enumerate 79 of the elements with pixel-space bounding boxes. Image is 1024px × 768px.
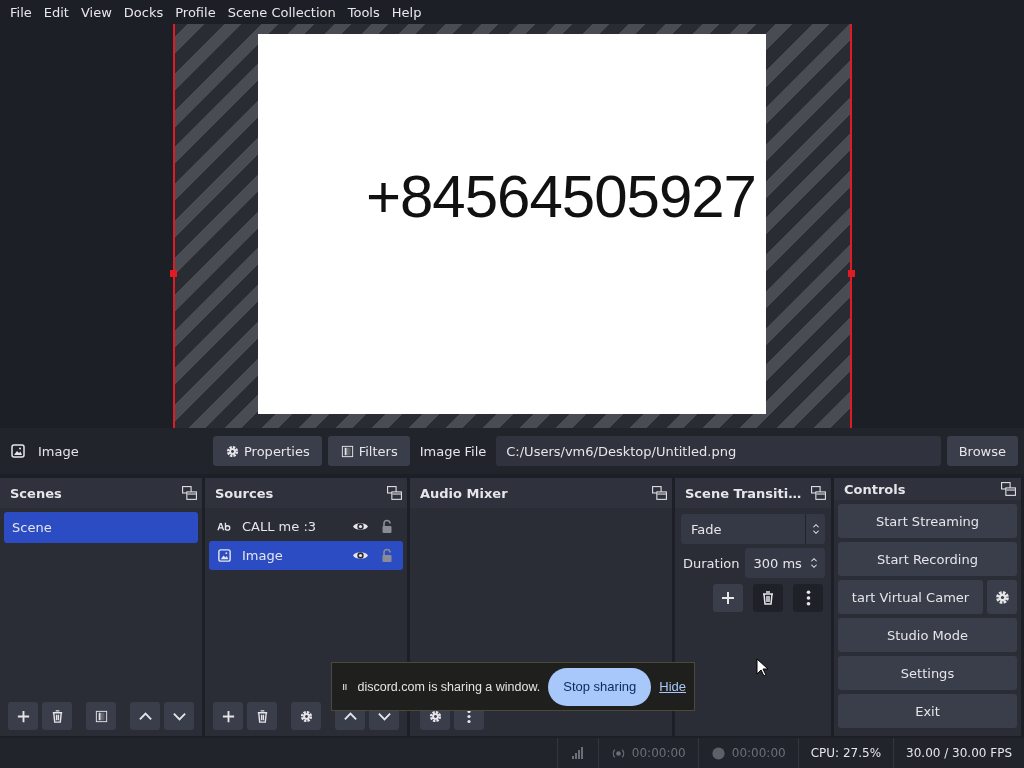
- transition-select[interactable]: Fade: [681, 514, 825, 544]
- settings-button[interactable]: [987, 580, 1017, 614]
- plus-icon: [220, 708, 236, 724]
- menu-item[interactable]: Scene Collection: [221, 4, 342, 20]
- cursor-icon: [756, 658, 768, 677]
- trash-icon: [760, 590, 776, 606]
- dock-title: Scene Transiti…: [685, 485, 802, 501]
- undock-icon[interactable]: [651, 484, 668, 502]
- record-time: 00:00:00: [731, 746, 786, 760]
- record-icon: [710, 745, 726, 761]
- control-button[interactable]: Start Streaming: [838, 504, 1017, 538]
- fps-counter: 30.00 / 30.00 FPS: [906, 746, 1012, 760]
- menu-item[interactable]: View: [74, 4, 118, 20]
- source-item[interactable]: Image: [209, 541, 403, 570]
- path-field[interactable]: C:/Users/vm6/Desktop/Untitled.png: [496, 436, 941, 466]
- tool-button[interactable]: [86, 702, 116, 730]
- filter-icon: [339, 443, 355, 459]
- control-button[interactable]: Exit: [838, 694, 1017, 728]
- menu-item[interactable]: Help: [385, 4, 428, 20]
- settings-icon: [298, 708, 314, 724]
- undock-icon[interactable]: [181, 484, 198, 502]
- control-button[interactable]: Settings: [838, 656, 1017, 690]
- tool-button[interactable]: [247, 702, 277, 730]
- hide-link[interactable]: Hide: [659, 679, 686, 694]
- stream-time: 00:00:00: [631, 746, 686, 760]
- settings-icon: [993, 588, 1011, 606]
- signal-icon: [569, 745, 586, 761]
- control-button[interactable]: tart Virtual Camer: [838, 580, 983, 614]
- field-label: Duration: [682, 555, 740, 571]
- filters-button[interactable]: Filters: [327, 436, 410, 466]
- more-icon: [805, 590, 811, 606]
- image-icon: [217, 548, 232, 563]
- tool-button[interactable]: [164, 702, 194, 730]
- tool-button[interactable]: [793, 584, 823, 612]
- menu-item[interactable]: Edit: [37, 4, 75, 20]
- menu-item[interactable]: File: [4, 4, 38, 20]
- select-value: Fade: [691, 521, 722, 537]
- source-label: CALL me :3: [242, 519, 318, 534]
- source-name: Image: [38, 443, 79, 459]
- browse-button[interactable]: Browse: [946, 436, 1018, 466]
- tool-button[interactable]: [42, 702, 72, 730]
- control-button[interactable]: Studio Mode: [838, 618, 1017, 652]
- resize-handle[interactable]: [847, 270, 855, 277]
- undock-icon[interactable]: [810, 484, 827, 502]
- cpu-usage: CPU: 27.5%: [810, 746, 882, 760]
- field-value: 300 ms: [753, 555, 802, 571]
- menu-item[interactable]: Profile: [169, 4, 222, 20]
- image-icon: [10, 443, 26, 459]
- tool-button[interactable]: [753, 584, 783, 612]
- dock-title: Controls: [844, 481, 906, 497]
- resize-handle[interactable]: [169, 270, 177, 277]
- more-icon: [467, 708, 471, 724]
- preview-text: +84564505927: [365, 162, 756, 231]
- tool-button[interactable]: [213, 702, 243, 730]
- scene-item[interactable]: Scene: [4, 512, 198, 543]
- field-label: Image File: [418, 443, 488, 459]
- filter-icon: [93, 708, 109, 724]
- properties-button[interactable]: Properties: [213, 436, 322, 466]
- menu-item[interactable]: Docks: [117, 4, 170, 20]
- tool-button[interactable]: [130, 702, 160, 730]
- share-message: discord.com is sharing a window.: [357, 679, 541, 694]
- undock-icon[interactable]: [386, 484, 403, 502]
- stop-sharing-button[interactable]: Stop sharing: [548, 667, 652, 706]
- plus-icon: [15, 708, 31, 724]
- settings-icon: [427, 708, 443, 724]
- source-item[interactable]: CALL me :3: [209, 512, 403, 541]
- dock-title: Sources: [215, 485, 274, 501]
- duration-field[interactable]: 300 ms: [745, 548, 825, 578]
- tool-button[interactable]: [8, 702, 38, 730]
- tool-button[interactable]: [713, 584, 743, 612]
- control-button[interactable]: Start Recording: [838, 542, 1017, 576]
- plus-icon: [720, 590, 736, 606]
- source-label: Image: [242, 548, 284, 563]
- undock-icon[interactable]: [1000, 480, 1017, 498]
- dock-title: Scenes: [10, 485, 62, 501]
- dock-title: Audio Mixer: [420, 485, 508, 501]
- tool-button[interactable]: [291, 702, 321, 730]
- menu-item[interactable]: Tools: [341, 4, 386, 20]
- settings-icon: [225, 443, 240, 459]
